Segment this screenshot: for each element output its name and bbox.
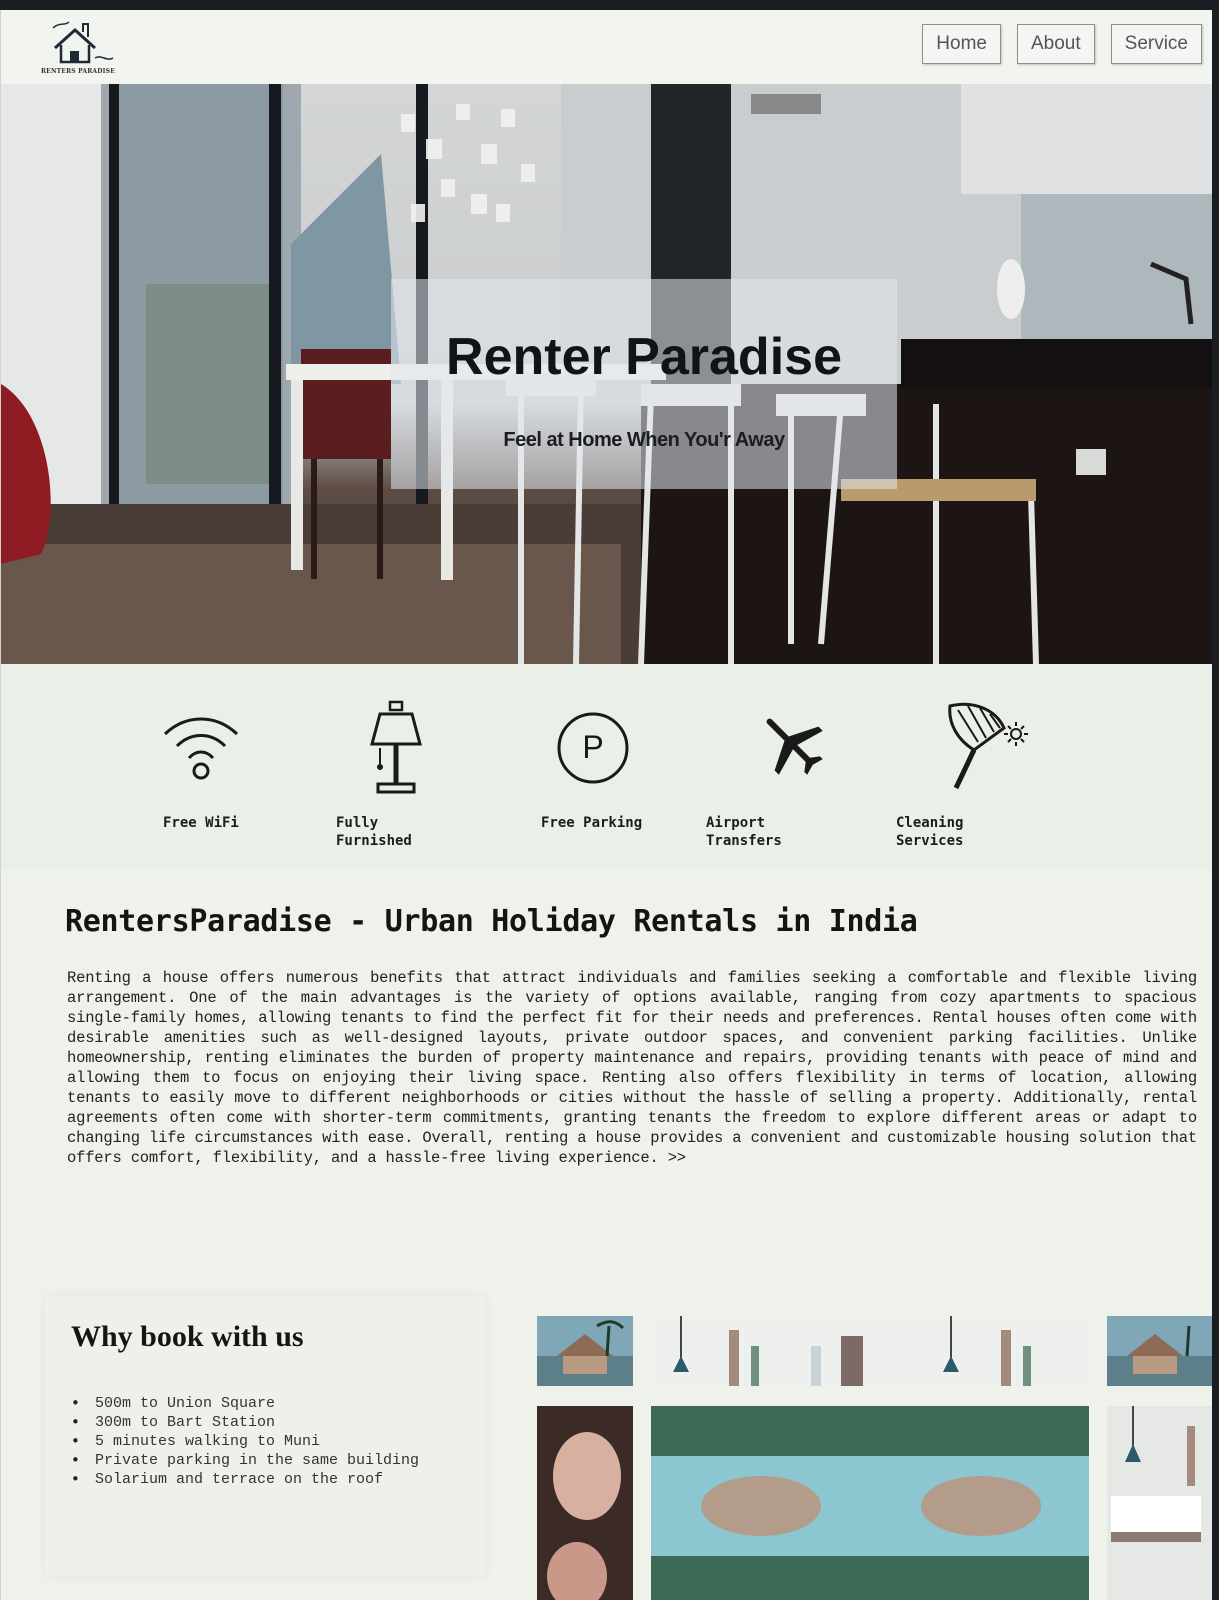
lamp-icon (370, 700, 422, 794)
site-logo[interactable]: RENTERS PARADISE (35, 18, 121, 80)
why-book-list: 500m to Union Square 300m to Bart Statio… (71, 1394, 419, 1489)
gallery-photo-hands[interactable] (537, 1406, 633, 1600)
nav-home[interactable]: Home (922, 24, 1001, 64)
amenity-label: Free WiFi (163, 815, 239, 831)
svg-text:P: P (582, 729, 603, 765)
list-item: Private parking in the same building (71, 1451, 419, 1470)
hero-overlay: Renter Paradise Feel at Home When You'r … (391, 279, 897, 489)
gallery-photo-interior[interactable] (651, 1316, 1089, 1386)
amenity-label: Cleaning Services (896, 815, 964, 849)
logo-text: RENTERS PARADISE (41, 68, 115, 75)
amenity-label: Fully Furnished (336, 815, 412, 849)
intro-paragraph: Renting a house offers numerous benefits… (67, 969, 1197, 1167)
house-logo-icon (52, 21, 114, 64)
why-book-card: Why book with us 500m to Union Square 30… (45, 1296, 485, 1576)
photo-gallery (537, 1316, 1212, 1600)
intro-heading: RentersParadise - Urban Holiday Rentals … (65, 904, 918, 939)
wifi-icon (163, 717, 239, 780)
why-book-heading: Why book with us (71, 1320, 304, 1353)
site-header: RENTERS PARADISE Home About Service (1, 10, 1212, 84)
list-item: Solarium and terrace on the roof (71, 1470, 419, 1489)
list-item: 300m to Bart Station (71, 1413, 419, 1432)
gallery-photo-pool[interactable] (651, 1406, 1089, 1600)
gallery-photo-resort-2[interactable] (1107, 1316, 1212, 1386)
amenities-section: Free WiFi Fully Furnished P Free Parking (1, 664, 1212, 869)
list-item: 500m to Union Square (71, 1394, 419, 1413)
parking-icon: P (557, 712, 629, 784)
main-nav: Home About Service (922, 24, 1202, 64)
duster-icon (948, 702, 1028, 790)
amenity-label: Airport Transfers (706, 815, 782, 849)
nav-service[interactable]: Service (1110, 24, 1202, 64)
hero-subtitle: Feel at Home When You'r Away (503, 429, 785, 451)
hero-banner: Renter Paradise Feel at Home When You'r … (1, 84, 1212, 664)
amenity-label: Free Parking (541, 815, 643, 831)
list-item: 5 minutes walking to Muni (71, 1432, 419, 1451)
hero-title: Renter Paradise (446, 328, 842, 386)
airplane-icon (766, 718, 823, 775)
gallery-photo-bedroom[interactable] (1107, 1406, 1212, 1600)
gallery-photo-resort[interactable] (537, 1316, 633, 1386)
nav-about[interactable]: About (1016, 24, 1095, 64)
browser-viewport: RENTERS PARADISE Home About Service Rent… (0, 10, 1212, 1600)
